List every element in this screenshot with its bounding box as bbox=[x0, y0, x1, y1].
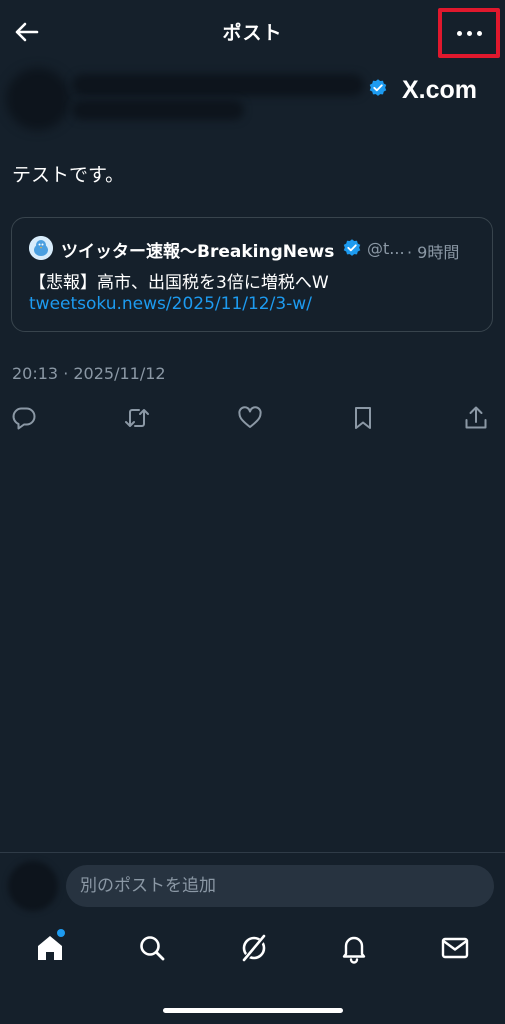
add-post-input[interactable] bbox=[66, 865, 494, 907]
repost-icon[interactable] bbox=[123, 404, 151, 432]
notifications-icon[interactable] bbox=[338, 932, 370, 964]
post-action-bar bbox=[0, 400, 505, 436]
share-icon[interactable] bbox=[462, 404, 490, 432]
more-options-button[interactable] bbox=[438, 8, 500, 58]
more-dot-icon bbox=[466, 30, 472, 36]
like-icon[interactable] bbox=[236, 404, 264, 432]
quoted-post-text: 【悲報】高市、出国税を3倍に増税へW bbox=[29, 273, 329, 293]
reply-icon[interactable] bbox=[10, 404, 38, 432]
xcom-label: X.com bbox=[402, 76, 478, 104]
bottom-tab-bar bbox=[0, 922, 505, 978]
quoted-author-avatar bbox=[29, 236, 53, 260]
reply-composer bbox=[0, 852, 505, 916]
verified-badge-icon bbox=[369, 79, 387, 96]
post-text: テストです。 bbox=[12, 164, 125, 186]
quoted-author-name: ツイッター速報〜BreakingNews bbox=[61, 242, 335, 262]
search-icon[interactable] bbox=[136, 932, 168, 964]
quoted-post-card[interactable]: ツイッター速報〜BreakingNews @t... · 9時間 【悲報】高市、… bbox=[11, 217, 493, 332]
home-indicator bbox=[163, 1008, 343, 1013]
bird-mascot-icon bbox=[29, 236, 53, 260]
quoted-post-link[interactable]: tweetsoku.news/2025/11/12/3-w/ bbox=[29, 294, 312, 314]
quoted-author-handle: @t... bbox=[367, 239, 405, 258]
post-timestamp: 20:13 · 2025/11/12 bbox=[12, 364, 166, 383]
quoted-post-header: ツイッター速報〜BreakingNews @t... · 9時間 bbox=[29, 236, 489, 262]
author-name-redacted bbox=[72, 74, 364, 96]
page-title: ポスト bbox=[222, 22, 283, 44]
post-author[interactable]: X.com bbox=[0, 62, 505, 132]
more-dot-icon bbox=[476, 30, 482, 36]
bookmark-icon[interactable] bbox=[349, 404, 377, 432]
verified-badge-icon bbox=[343, 239, 361, 256]
home-unread-dot bbox=[57, 929, 65, 937]
current-user-avatar bbox=[8, 861, 58, 911]
author-avatar[interactable] bbox=[6, 68, 70, 130]
quoted-post-time: · 9時間 bbox=[407, 243, 460, 262]
author-handle-redacted bbox=[72, 100, 244, 120]
grok-icon[interactable] bbox=[238, 932, 270, 964]
more-dot-icon bbox=[456, 30, 462, 36]
messages-icon[interactable] bbox=[439, 932, 471, 964]
top-header: ポスト bbox=[0, 0, 505, 62]
